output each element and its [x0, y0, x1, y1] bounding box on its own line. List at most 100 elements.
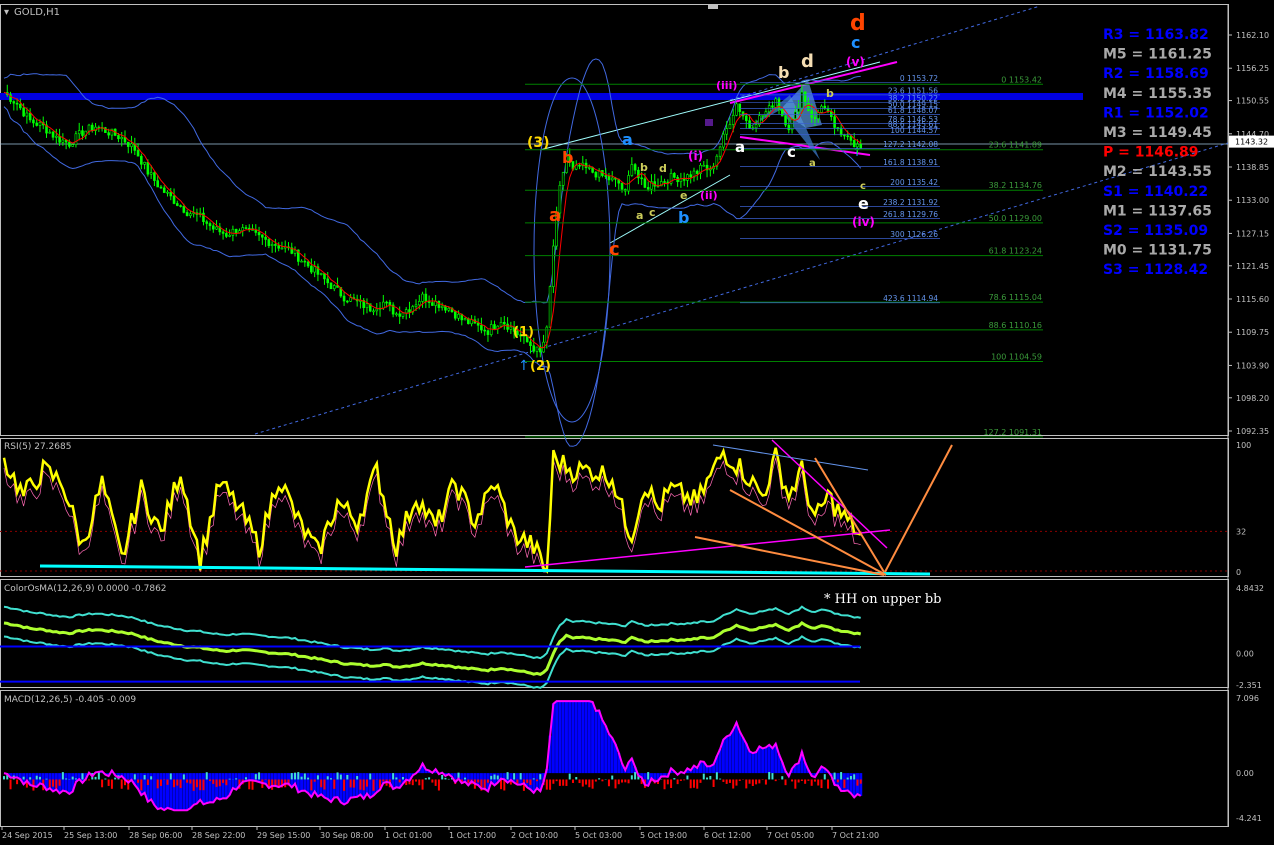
- wave-labels: dc(v)bd(iii)ba(3)bacb d(i)a ce (ii)ba cace(i…: [513, 11, 875, 374]
- candle-body: [823, 105, 827, 109]
- fib-level-label: 38.2 1134.76: [989, 181, 1042, 190]
- candle-body: [803, 91, 807, 104]
- time-tick-label: 30 Sep 08:00: [320, 831, 373, 840]
- wave-label: c: [860, 181, 866, 192]
- fib-ext-label: 61.8 1148.07: [888, 106, 938, 115]
- candle-body: [172, 195, 176, 204]
- candle-body: [156, 180, 159, 188]
- candle-body: [241, 227, 245, 231]
- candle-body: [663, 181, 666, 183]
- candle-body: [162, 187, 166, 193]
- candle-body: [58, 135, 61, 143]
- candle-body: [208, 223, 212, 227]
- price-tick-label: 1138.85: [1236, 163, 1269, 172]
- scroll-marker-icon[interactable]: [708, 4, 718, 9]
- candle-body: [578, 164, 581, 167]
- candle-body: [774, 98, 778, 108]
- pivot-label: S1 = 1140.22: [1103, 184, 1208, 200]
- candle-body: [228, 234, 231, 237]
- macd-tick-label: -4.241: [1236, 814, 1262, 823]
- candle-body: [794, 111, 797, 119]
- fibonacci-levels: 0 1153.42 23.6 1141.89 38.2 1134.76 50.0 11…: [525, 74, 1043, 438]
- price-tick-label: 1121.45: [1236, 262, 1269, 271]
- candle-body: [176, 203, 179, 206]
- candle-body: [107, 132, 110, 136]
- pivot-label: R2 = 1158.69: [1103, 66, 1209, 82]
- candle-body: [48, 131, 52, 134]
- wave-label: a: [549, 205, 561, 226]
- candle-body: [689, 174, 693, 178]
- candle-body: [189, 213, 192, 216]
- pivot-label: S3 = 1128.42: [1103, 262, 1208, 278]
- osma-series: 4.8432 0.00 -2.351: [0, 584, 1264, 690]
- candle-body: [859, 143, 863, 149]
- candle-body: [483, 329, 486, 332]
- time-tick-label: 5 Oct 03:00: [575, 831, 622, 840]
- candle-body: [375, 308, 379, 312]
- candle-body: [90, 124, 94, 131]
- trend-channel-upper: [729, 5, 1041, 101]
- candle-body: [852, 140, 856, 148]
- candle-body: [130, 143, 133, 147]
- candle-body: [725, 128, 728, 135]
- pivot-label: R3 = 1163.82: [1103, 27, 1209, 43]
- time-tick-label: 5 Oct 19:00: [640, 831, 687, 840]
- candle-body: [686, 174, 689, 181]
- wave-label: a: [636, 209, 643, 222]
- candle-body: [620, 182, 624, 190]
- candle-body: [221, 231, 225, 234]
- candle-body: [166, 191, 169, 194]
- time-tick-label: 24 Sep 2015: [2, 831, 53, 840]
- osma-tick-label: 0.00: [1236, 649, 1254, 658]
- candle-body: [820, 105, 823, 113]
- osma-title: ColorOsMA(12,26,9) 0.0000 -0.7862: [4, 584, 167, 594]
- macd-tick-label: 7.096: [1236, 694, 1259, 703]
- candle-body: [71, 144, 74, 147]
- candle-body: [349, 297, 352, 302]
- wave-label: c: [609, 239, 620, 260]
- candle-body: [718, 146, 722, 157]
- candle-body: [123, 137, 127, 143]
- rsi-panel-border: [0, 438, 1229, 577]
- candle-body: [640, 177, 643, 180]
- static-drawings: ↑↑: [0, 5, 1229, 435]
- price-tick-label: 1127.15: [1236, 229, 1269, 238]
- fib-ext-label: 423.6 1114.94: [883, 294, 938, 303]
- time-tick-label: 1 Oct 17:00: [449, 831, 496, 840]
- candle-body: [346, 300, 349, 303]
- symbol-dropdown-icon[interactable]: ▾: [4, 7, 9, 18]
- candle-body: [185, 212, 189, 216]
- candle-body: [202, 212, 205, 222]
- candle-body: [159, 186, 163, 189]
- fib-level-label: 100 1104.59: [991, 353, 1042, 362]
- candle-body: [77, 130, 81, 135]
- osma-annotation: * HH on upper bb: [824, 592, 941, 607]
- candle-body: [503, 321, 506, 325]
- rsi-trendline-pink: [524, 529, 891, 568]
- wave-label: (iv): [852, 215, 875, 229]
- rsi-channel-line: [712, 444, 869, 471]
- pivot-label: M2 = 1143.55: [1103, 164, 1212, 180]
- candle-body: [234, 228, 238, 234]
- price-tick-label: 1098.20: [1236, 394, 1269, 403]
- candle-body: [38, 122, 42, 126]
- candle-body: [257, 232, 261, 236]
- candle-body: [267, 239, 271, 246]
- candle-body: [303, 260, 307, 263]
- candle-body: [604, 175, 607, 177]
- candle-body: [738, 103, 742, 112]
- candle-body: [120, 137, 124, 140]
- wedge-upper-line: [539, 61, 881, 151]
- price-tick-label: 1103.90: [1236, 361, 1269, 370]
- price-tick-label: 1156.25: [1236, 64, 1269, 73]
- orange-arrow-line: [694, 536, 885, 576]
- wave-label: b: [640, 161, 648, 174]
- wave-label: c: [851, 33, 860, 52]
- candle-body: [87, 124, 91, 132]
- candle-body: [447, 307, 451, 311]
- osma-tick-label: -2.351: [1236, 681, 1262, 690]
- rsi-tick-label: 100: [1236, 441, 1251, 450]
- fib-ext-label: 261.8 1129.76: [883, 210, 938, 219]
- pivot-label: M5 = 1161.25: [1103, 47, 1212, 63]
- candle-body: [310, 265, 313, 273]
